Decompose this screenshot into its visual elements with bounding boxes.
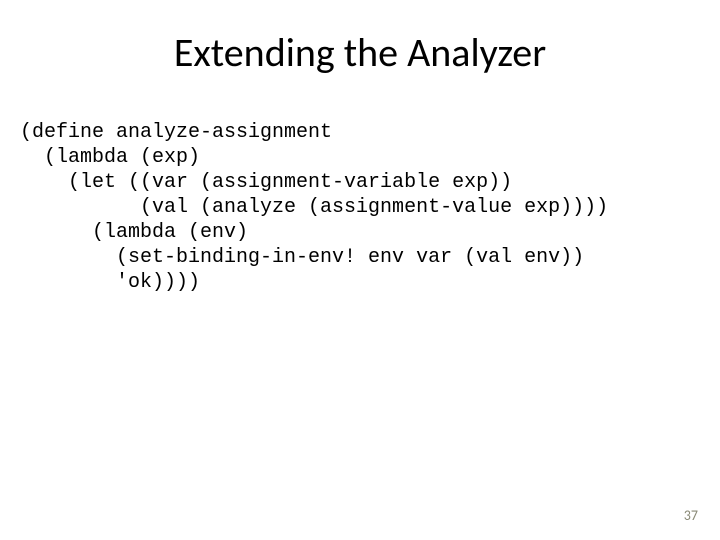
code-line: (set-binding-in-env! env var (val env)) [20,246,584,269]
page-number: 37 [684,507,698,524]
code-block: (define analyze-assignment (lambda (exp)… [20,120,608,295]
code-line: (define analyze-assignment [20,121,332,144]
slide: Extending the Analyzer (define analyze-a… [0,0,720,540]
code-line: (lambda (env) [20,221,248,244]
code-line: (val (analyze (assignment-value exp)))) [20,196,608,219]
code-line: 'ok)))) [20,271,200,294]
code-line: (let ((var (assignment-variable exp)) [20,171,512,194]
page-title: Extending the Analyzer [0,0,720,77]
code-line: (lambda (exp) [20,146,200,169]
